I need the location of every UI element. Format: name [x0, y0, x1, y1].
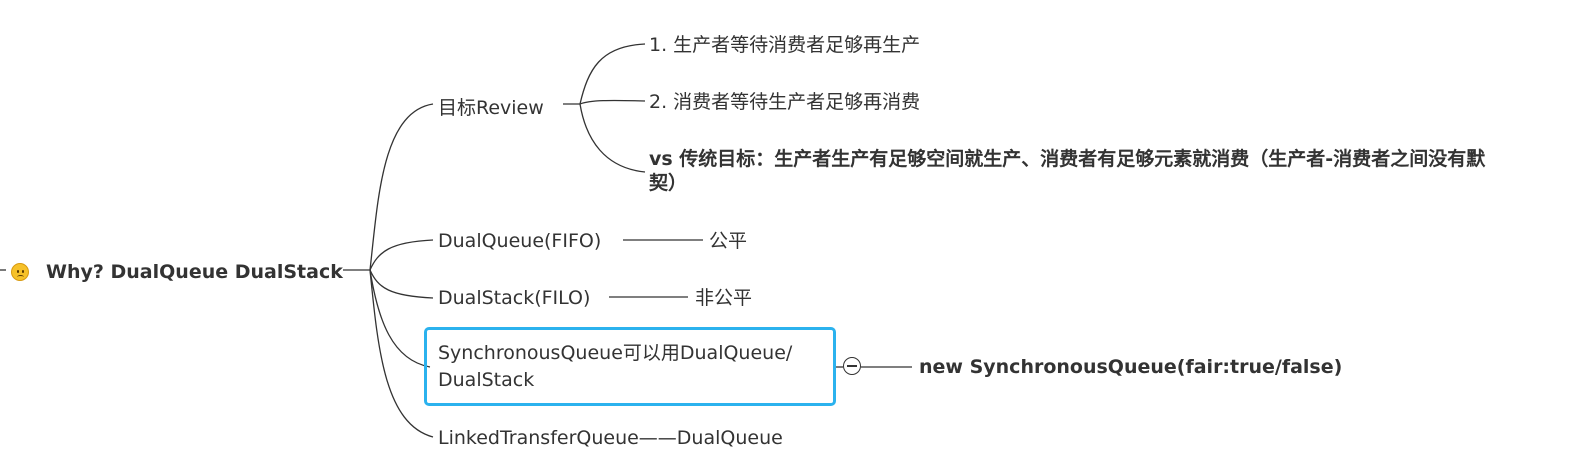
topic-dual-stack[interactable]: DualStack(FILO): [438, 286, 590, 310]
goal-review-child-2-line: [579, 99, 646, 105]
topic-linked-transfer-queue[interactable]: LinkedTransferQueue——DualQueue: [438, 426, 783, 450]
topic-dual-queue[interactable]: DualQueue(FIFO): [438, 229, 601, 253]
branch-line-goal-review: [369, 103, 434, 271]
goal-review-child-1-line: [579, 43, 646, 105]
topic-goal-review-child-3[interactable]: vs 传统目标：生产者生产有足够空间就生产、消费者有足够元素就消费（生产者-消费…: [649, 147, 1485, 195]
topic-synchronous-queue-line-1: SynchronousQueue可以用DualQueue/: [438, 342, 793, 364]
collapse-toggle-icon[interactable]: [843, 357, 861, 375]
topic-synchronous-queue[interactable]: SynchronousQueue可以用DualQueue/ DualStack: [438, 340, 792, 394]
topic-goal-review-child-2[interactable]: 2. 消费者等待生产者足够再消费: [649, 90, 920, 114]
topic-dual-stack-child[interactable]: 非公平: [695, 286, 752, 310]
branch-line-synchronous-queue: [369, 269, 431, 368]
goal-review-child-3-line: [579, 103, 646, 173]
topic-dual-queue-child[interactable]: 公平: [709, 229, 747, 253]
topic-goal-review-child-3-line-1: vs 传统目标：生产者生产有足够空间就生产、消费者有足够元素就消费（生产者-消费…: [649, 148, 1486, 170]
confused-face-icon: [11, 263, 29, 281]
topic-goal-review[interactable]: 目标Review: [438, 96, 544, 120]
topic-synchronous-queue-line-2: DualStack: [438, 369, 535, 391]
root-topic[interactable]: Why? DualQueue DualStack: [46, 260, 343, 284]
branch-line-dual-queue: [369, 239, 434, 271]
branch-line-dual-stack: [369, 269, 434, 299]
topic-goal-review-child-1[interactable]: 1. 生产者等待消费者足够再生产: [649, 33, 920, 57]
topic-goal-review-child-3-line-2: 契）: [649, 172, 688, 194]
topic-synchronous-queue-child[interactable]: new SynchronousQueue(fair:true/false): [919, 355, 1342, 379]
